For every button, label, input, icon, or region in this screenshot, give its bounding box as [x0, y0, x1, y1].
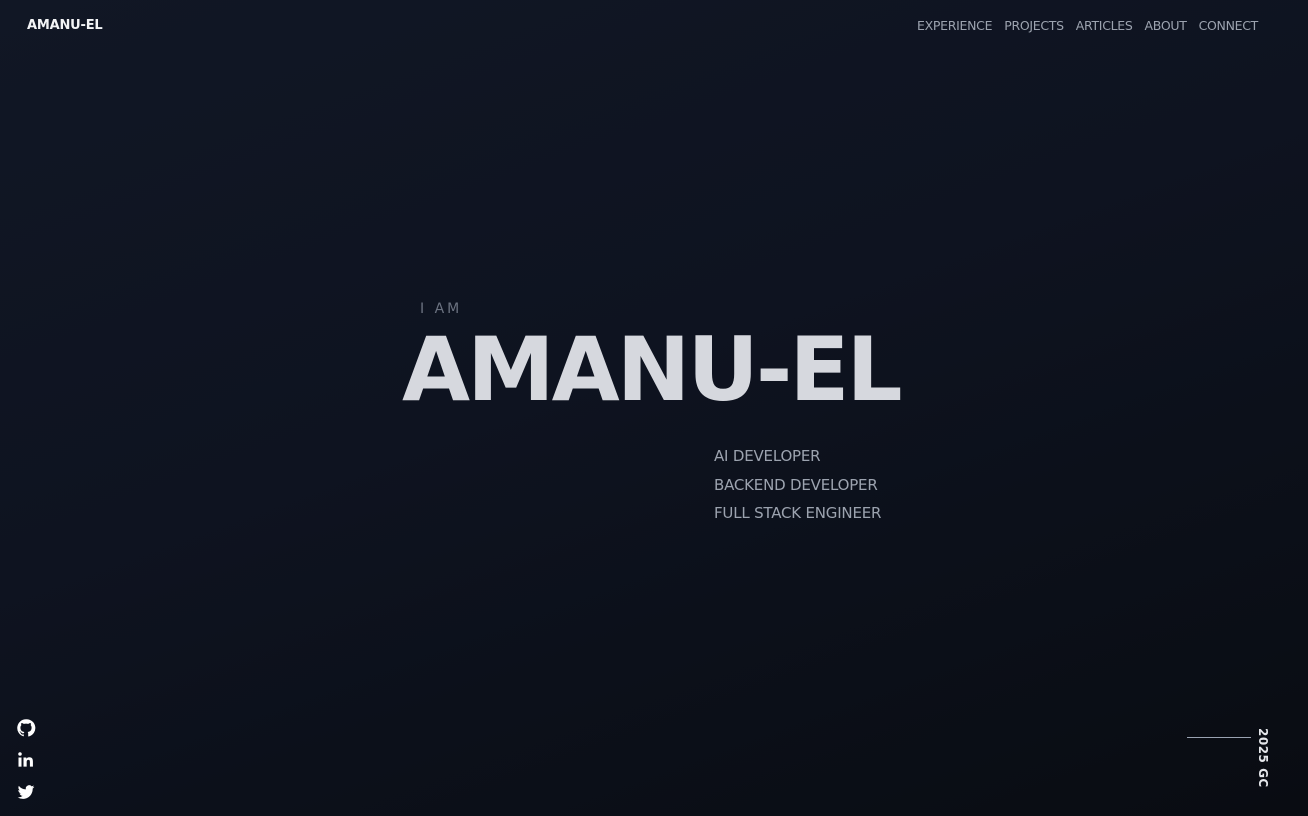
nav-link-articles[interactable]: ARTICLES [1076, 18, 1133, 33]
linkedin-icon [18, 752, 33, 767]
main-nav: EXPERIENCE PROJECTS ARTICLES ABOUT CONNE… [917, 18, 1258, 33]
role-item: FULL STACK ENGINEER [714, 504, 882, 522]
nav-link-projects[interactable]: PROJECTS [1004, 18, 1064, 33]
role-item: AI DEVELOPER [714, 447, 821, 465]
nav-link-experience[interactable]: EXPERIENCE [917, 18, 992, 33]
twitter-link[interactable] [16, 782, 36, 802]
hero-intro-label: I AM [420, 301, 463, 317]
year-divider [1187, 737, 1251, 738]
twitter-icon [17, 785, 35, 799]
role-item: BACKEND DEVELOPER [714, 475, 878, 494]
year-label: 2025 GC [1256, 728, 1270, 788]
linkedin-link[interactable] [16, 750, 36, 770]
nav-link-connect[interactable]: CONNECT [1199, 18, 1259, 33]
nav-link-about[interactable]: ABOUT [1145, 18, 1187, 33]
roles-list: AI DEVELOPER BACKEND DEVELOPER FULL STAC… [714, 442, 881, 528]
social-links [16, 718, 36, 802]
brand-logo-link[interactable]: AMANU-EL [27, 18, 103, 33]
github-link[interactable] [16, 718, 36, 738]
github-icon [17, 719, 36, 737]
hero-name-heading: AMANU-EL [402, 318, 903, 421]
